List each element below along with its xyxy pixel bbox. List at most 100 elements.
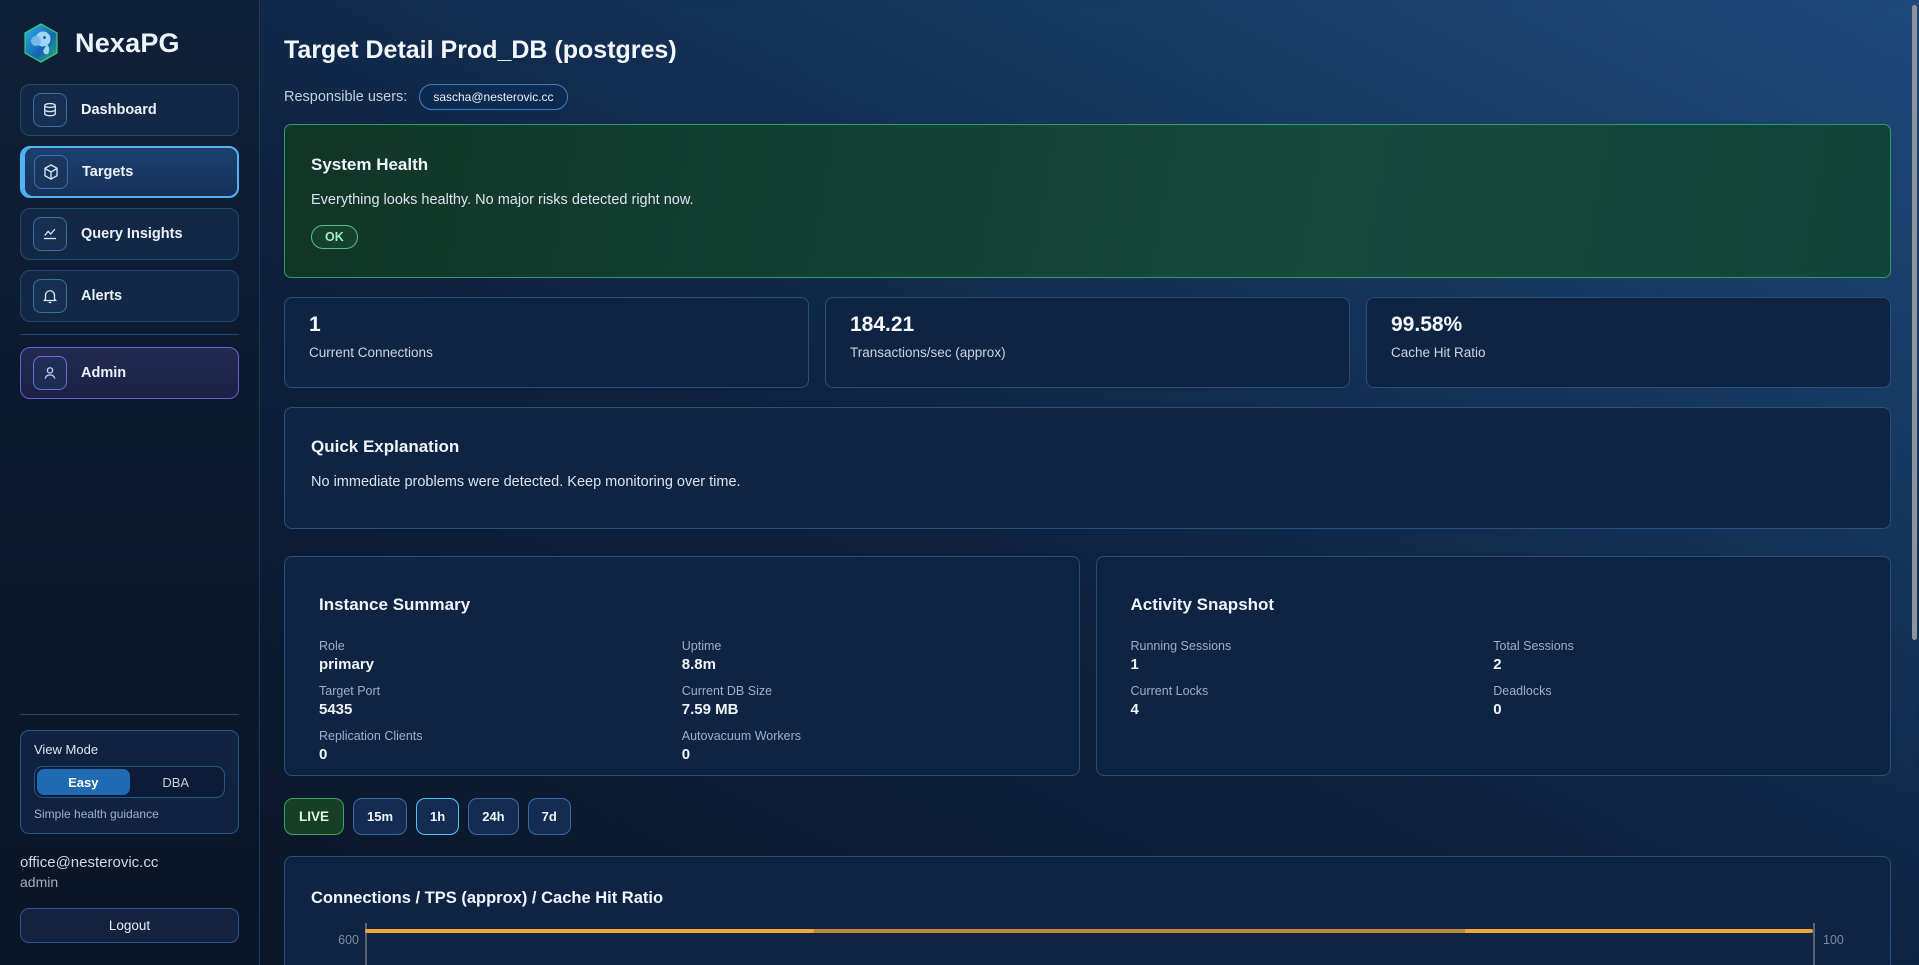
metric-card-tps: 184.21 Transactions/sec (approx) [825,297,1350,388]
field: Deadlocks 0 [1493,684,1856,718]
responsible-users-label: Responsible users: [284,89,407,105]
chart-title: Connections / TPS (approx) / Cache Hit R… [285,889,1890,908]
user-role: admin [20,874,239,890]
field-label: Target Port [319,684,682,698]
quick-explanation-card: Quick Explanation No immediate problems … [284,407,1891,529]
view-mode-hint: Simple health guidance [34,807,225,821]
field-value: 1 [1131,656,1494,673]
right-axis-line [1813,923,1815,965]
metric-value: 99.58% [1391,313,1866,337]
sidebar-item-label: Query Insights [81,226,183,242]
cache-hit-ratio-series-line [365,929,1813,933]
field-value: 7.59 MB [682,701,1045,718]
field-value: 4 [1131,701,1494,718]
responsible-users-row: Responsible users: sascha@nesterovic.cc [284,84,1891,110]
responsible-user-badge[interactable]: sascha@nesterovic.cc [419,84,567,110]
system-health-message: Everything looks healthy. No major risks… [311,192,1864,208]
instance-summary-card: Instance Summary Role primary Uptime 8.8… [284,556,1080,776]
chart-plot-area: 600 100 [285,925,1890,965]
left-axis-tick-label: 600 [325,933,359,947]
metric-cards-row: 1 Current Connections 184.21 Transaction… [284,297,1891,388]
activity-snapshot-title: Activity Snapshot [1131,595,1857,615]
field: Replication Clients 0 [319,729,682,763]
chart-card: Connections / TPS (approx) / Cache Hit R… [284,856,1891,965]
view-mode-label: View Mode [34,742,225,757]
field-value: 0 [1493,701,1856,718]
metric-value: 1 [309,313,784,337]
sidebar-item-targets[interactable]: Targets [20,146,239,198]
vertical-scrollbar[interactable] [1912,5,1917,640]
field-label: Autovacuum Workers [682,729,1045,743]
field-value: 5435 [319,701,682,718]
field-label: Deadlocks [1493,684,1856,698]
logout-button[interactable]: Logout [20,908,239,943]
sidebar-item-label: Admin [81,365,126,381]
sidebar-bottom: View Mode Easy DBA Simple health guidanc… [20,702,239,943]
system-health-title: System Health [311,155,1864,175]
summary-row: Instance Summary Role primary Uptime 8.8… [284,556,1891,776]
view-mode-panel: View Mode Easy DBA Simple health guidanc… [20,730,239,834]
field: Total Sessions 2 [1493,639,1856,673]
system-health-card: System Health Everything looks healthy. … [284,124,1891,278]
field-label: Running Sessions [1131,639,1494,653]
metric-card-cache-hit: 99.58% Cache Hit Ratio [1366,297,1891,388]
sidebar-item-dashboard[interactable]: Dashboard [20,84,239,136]
field: Running Sessions 1 [1131,639,1494,673]
person-icon [33,356,67,390]
status-badge: OK [311,225,358,249]
sidebar-divider [20,334,239,335]
page-title: Target Detail Prod_DB (postgres) [284,36,1891,65]
main-content: Target Detail Prod_DB (postgres) Respons… [260,0,1919,965]
time-range-controls: LIVE 15m 1h 24h 7d [284,798,1891,835]
sidebar-bottom-divider [20,714,239,715]
nexapg-logo-icon [20,22,62,64]
activity-snapshot-card: Activity Snapshot Running Sessions 1 Tot… [1096,556,1892,776]
trend-chart-icon [33,217,67,251]
field: Uptime 8.8m [682,639,1045,673]
field: Autovacuum Workers 0 [682,729,1045,763]
range-button-7d[interactable]: 7d [528,798,571,835]
app-name: NexaPG [75,28,180,59]
field-value: primary [319,656,682,673]
field-label: Replication Clients [319,729,682,743]
range-button-24h[interactable]: 24h [468,798,518,835]
sidebar-item-admin[interactable]: Admin [20,347,239,399]
field: Target Port 5435 [319,684,682,718]
cube-icon [34,155,68,189]
sidebar-item-label: Targets [82,164,133,180]
sidebar-item-query-insights[interactable]: Query Insights [20,208,239,260]
view-mode-easy-option[interactable]: Easy [37,769,130,795]
field: Current Locks 4 [1131,684,1494,718]
sidebar-item-label: Alerts [81,288,122,304]
user-email: office@nesterovic.cc [20,854,239,871]
quick-explanation-message: No immediate problems were detected. Kee… [311,474,1864,490]
instance-summary-title: Instance Summary [319,595,1045,615]
sidebar-item-label: Dashboard [81,102,157,118]
field-value: 8.8m [682,656,1045,673]
database-icon [33,93,67,127]
sidebar: NexaPG Dashboard Targets [0,0,260,965]
metric-value: 184.21 [850,313,1325,337]
activity-snapshot-fields: Running Sessions 1 Total Sessions 2 Curr… [1131,639,1857,718]
field-label: Total Sessions [1493,639,1856,653]
metric-card-connections: 1 Current Connections [284,297,809,388]
right-axis-tick-label: 100 [1823,933,1844,947]
field-label: Role [319,639,682,653]
bell-icon [33,279,67,313]
metric-label: Current Connections [309,345,784,360]
instance-summary-fields: Role primary Uptime 8.8m Target Port 543… [319,639,1045,763]
range-button-1h[interactable]: 1h [416,798,459,835]
live-button[interactable]: LIVE [284,798,344,835]
view-mode-toggle: Easy DBA [34,766,225,798]
logo-row: NexaPG [20,20,239,66]
view-mode-dba-option[interactable]: DBA [130,769,223,795]
metric-label: Cache Hit Ratio [1391,345,1866,360]
field-value: 0 [319,746,682,763]
field-value: 0 [682,746,1045,763]
field-label: Current Locks [1131,684,1494,698]
sidebar-item-alerts[interactable]: Alerts [20,270,239,322]
sidebar-nav: Dashboard Targets Query Insights [20,84,239,322]
range-button-15m[interactable]: 15m [353,798,407,835]
field-label: Current DB Size [682,684,1045,698]
field-value: 2 [1493,656,1856,673]
